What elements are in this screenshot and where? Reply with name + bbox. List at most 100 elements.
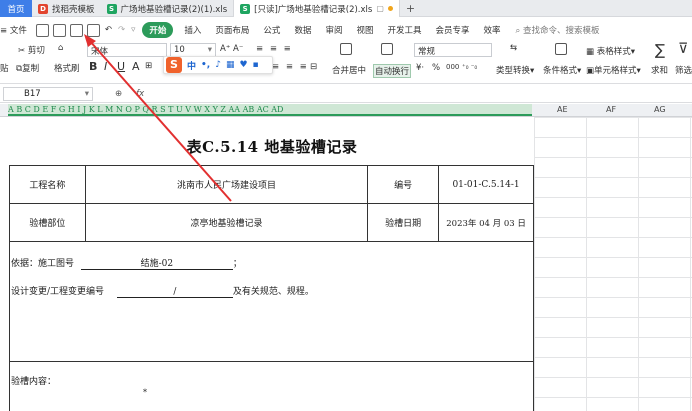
table-style-button[interactable]: ▦ 表格样式▾ — [586, 45, 635, 57]
number-format-select[interactable]: 常规 — [414, 43, 492, 57]
record-form-table: 工程名称 洮南市人民广场建设项目 编号 01-01-C.5.14-1 验槽部位 … — [9, 165, 534, 242]
selected-columns-header[interactable]: A B C D E F G H I J K L M N O P Q R S T … — [8, 104, 532, 116]
ime-voice-icon[interactable]: ♪ — [215, 60, 221, 70]
percent-button[interactable]: % — [432, 63, 440, 73]
date-value-cell[interactable]: 2023年 04 月 03 日 — [438, 203, 534, 242]
change-number[interactable]: / — [116, 287, 233, 298]
table-icon: ▦ — [586, 47, 595, 57]
tab-label: 首页 — [7, 4, 25, 15]
ime-mode-label[interactable]: 中 — [187, 59, 196, 72]
merge-icon[interactable] — [340, 43, 352, 55]
convert-icon[interactable]: ⇆ — [510, 43, 517, 53]
sum-button[interactable]: 求和 — [651, 64, 668, 76]
new-tab-button[interactable]: + — [400, 0, 421, 17]
menu-page-layout[interactable]: 页面布局 — [208, 24, 256, 36]
tab-home[interactable]: 首页 — [0, 0, 32, 17]
ime-skin-icon[interactable]: ♥ — [239, 60, 247, 70]
tab-pin-icon[interactable]: ▢ — [376, 4, 384, 13]
tab-label: 找稻壳模板 — [52, 4, 95, 15]
export-icon[interactable] — [52, 23, 66, 37]
part-label-cell[interactable]: 验槽部位 — [9, 203, 86, 242]
print-icon[interactable] — [69, 23, 83, 37]
copy-button[interactable]: ⧉复制 — [16, 62, 39, 74]
font-name-select[interactable]: 宋体 — [87, 43, 167, 57]
menu-view[interactable]: 视图 — [349, 24, 380, 36]
redo-icon[interactable]: ↷ — [115, 25, 128, 35]
decimal-icons[interactable]: ⁺₀ ⁻₀ — [462, 63, 477, 71]
sheet-icon: S — [240, 3, 251, 14]
column-header-af[interactable]: AF — [606, 104, 616, 116]
menu-efficiency[interactable]: 效率 — [477, 24, 508, 36]
tab-file-2[interactable]: S [只读]广场地基验槽记录(2).xls ▢ — [233, 0, 400, 17]
print-preview-icon[interactable] — [86, 23, 100, 37]
tab-label: 广场地基验槽记录(2)(1).xls — [120, 4, 228, 15]
font-color-icon[interactable]: A — [132, 60, 140, 73]
menu-formula[interactable]: 公式 — [256, 24, 287, 36]
conditional-format-icon[interactable] — [555, 43, 567, 55]
font-size-select[interactable]: 10 ▾ — [170, 43, 216, 57]
content-label: 验槽内容： — [11, 377, 57, 387]
project-value-cell[interactable]: 洮南市人民广场建设项目 — [84, 165, 369, 204]
ime-toolbar[interactable]: S 中 •, ♪ ▦ ♥ ▪ — [163, 56, 273, 74]
empty-cells[interactable] — [534, 117, 692, 411]
basis-drawing-number[interactable]: 结施-02 — [80, 256, 233, 270]
content-section[interactable] — [9, 362, 534, 411]
menu-member[interactable]: 会员专享 — [429, 24, 477, 36]
command-search[interactable]: ⌕ 查找命令、搜索模板 — [516, 24, 600, 36]
border-icon[interactable]: ⊞ — [145, 61, 152, 71]
column-header-ag[interactable]: AG — [654, 104, 666, 116]
search-placeholder: 查找命令、搜索模板 — [523, 26, 600, 36]
paste-button[interactable]: 贴 — [0, 62, 9, 74]
filter-icon[interactable]: ⊽ — [678, 41, 688, 57]
menu-review[interactable]: 审阅 — [318, 24, 349, 36]
menu-start[interactable]: 开始 — [142, 22, 174, 38]
column-header-ae[interactable]: AE — [557, 104, 568, 116]
menu-developer[interactable]: 开发工具 — [380, 24, 428, 36]
merge-center-button[interactable]: 合并居中 — [332, 64, 366, 76]
bold-icon[interactable]: B — [89, 60, 97, 73]
font-grow-icon[interactable]: A⁺ A⁻ — [220, 44, 243, 54]
tab-file-1[interactable]: S 广场地基验槽记录(2)(1).xls — [101, 0, 234, 17]
tab-docer[interactable]: D 找稻壳模板 — [32, 0, 101, 17]
filter-button[interactable]: 筛选 — [675, 64, 692, 76]
quick-access-dropdown-icon[interactable]: ▿ — [128, 25, 138, 35]
cut-button[interactable]: ✂ 剪切 — [18, 44, 45, 56]
ime-punctuation-icon[interactable]: •, — [201, 60, 210, 70]
thousands-button[interactable]: 000 — [446, 63, 459, 71]
menu-insert[interactable]: 插入 — [177, 24, 208, 36]
change-value: / — [173, 287, 177, 297]
menu-file[interactable]: ≡ 文件 — [0, 24, 34, 36]
italic-icon[interactable]: I — [104, 60, 107, 73]
type-convert-label: 类型转换 — [496, 66, 531, 76]
ime-keyboard-icon[interactable]: ▦ — [226, 60, 235, 70]
conditional-format-button[interactable]: 条件格式▾ — [543, 64, 581, 76]
zoom-icon[interactable]: ⊕ — [115, 89, 122, 99]
underline-icon[interactable]: U — [117, 60, 125, 73]
number-value-cell[interactable]: 01-01-C.5.14-1 — [438, 165, 534, 204]
date-label-cell[interactable]: 验槽日期 — [367, 203, 440, 242]
formula-input[interactable] — [150, 87, 692, 101]
ribbon-toolbar: ✂ 剪切 ⌂ 贴 ⧉复制 格式刷 宋体 10 ▾ A⁺ A⁻ B I U A ⊞… — [0, 41, 692, 84]
align-left-icons[interactable]: ≡ ≡ ≡ — [272, 62, 309, 72]
name-box[interactable]: B17 ▾ — [3, 86, 93, 101]
fx-button[interactable]: fx — [136, 89, 144, 99]
project-label-cell[interactable]: 工程名称 — [9, 165, 86, 204]
currency-button[interactable]: ¥· — [416, 63, 424, 73]
type-convert-button[interactable]: 类型转换▾ — [496, 64, 534, 76]
format-painter-button[interactable]: 格式刷 — [54, 62, 80, 74]
save-icon[interactable] — [35, 23, 49, 37]
undo-icon[interactable]: ↶ — [102, 25, 115, 35]
number-label-cell[interactable]: 编号 — [367, 165, 440, 204]
sum-icon[interactable]: ∑ — [655, 41, 665, 59]
paintbrush-icon[interactable]: ⌂ — [58, 43, 63, 53]
indent-icon[interactable]: ⊟ — [310, 62, 317, 72]
part-value-cell[interactable]: 凉亭地基验槽记录 — [84, 203, 369, 242]
menu-data[interactable]: 数据 — [287, 24, 318, 36]
spreadsheet-app: 首页 D 找稻壳模板 S 广场地基验槽记录(2)(1).xls S [只读]广场… — [0, 0, 692, 411]
sheet-grid[interactable]: 表C.5.14 地基验槽记录 工程名称 洮南市人民广场建设项目 编号 01-01… — [0, 117, 692, 411]
cell-style-button[interactable]: ▣单元格样式▾ — [586, 64, 641, 76]
align-top-icons[interactable]: ≡ ≡ ≡ — [256, 44, 293, 54]
wrap-icon[interactable] — [381, 43, 393, 55]
wrap-text-button[interactable]: 自动换行 — [373, 64, 412, 78]
ime-toolbox-icon[interactable]: ▪ — [253, 60, 259, 70]
